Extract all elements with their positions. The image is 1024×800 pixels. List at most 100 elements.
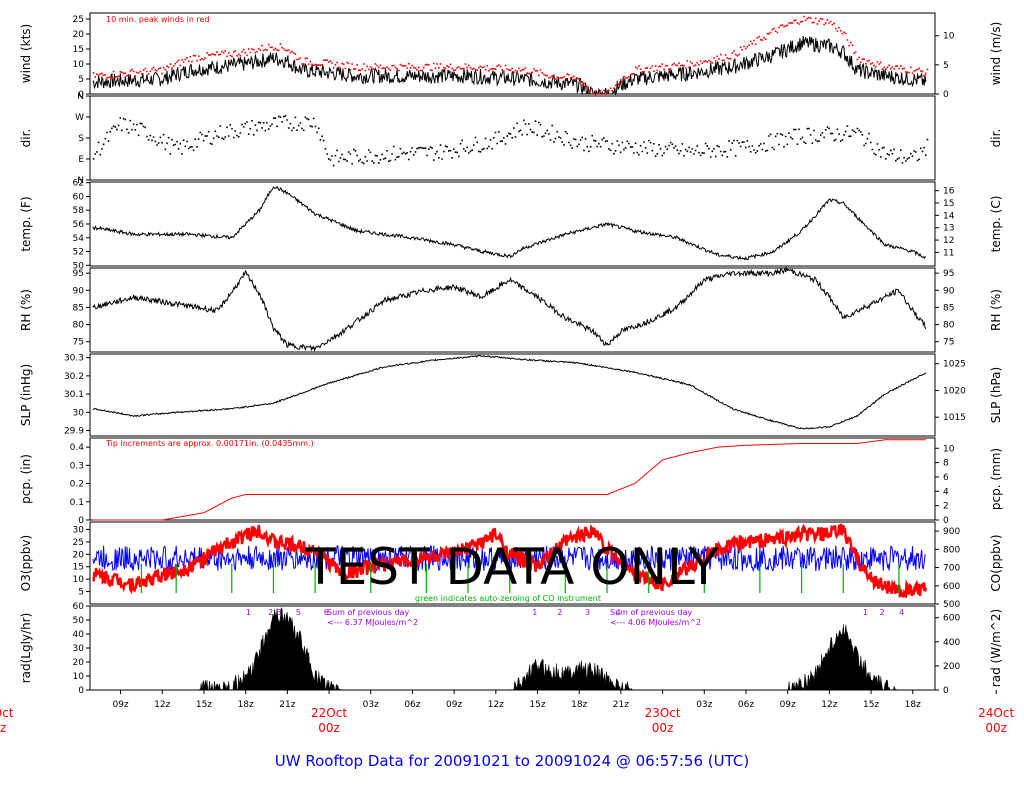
rad-ylabel-right: rad (W/m^2) [989,609,1003,687]
rad-ytick-label: 60 [73,602,85,612]
rh-ytick-label: 80 [73,321,85,331]
wind-ytick-right-label: 10 [943,32,955,42]
slp-ylabel: SLP (inHg) [19,364,33,426]
rad-ytick-right-label: 400 [943,638,960,648]
rad-ytick-right-label: 600 [943,614,960,624]
x-tick-label: 09z [446,700,462,710]
slp-frame [89,353,936,437]
rad-marker: 2 [268,608,273,617]
x-tick-label: 12z [154,700,170,710]
temp-ytick-right-label: 11 [943,248,954,258]
temp-ytick-right-label: 13 [943,224,954,234]
x-tick-label: 21z [279,700,295,710]
rad-marker: 4 [899,608,904,617]
wind-ytick-right-label: 0 [943,90,949,100]
pcp-annotation: Tip increments are approx. 0.00171in. (0… [105,439,314,448]
day-label: 21Oct [0,706,14,720]
wind-ylabel: wind (kts) [19,24,33,83]
panel-pcp: 00.10.20.30.40246810pcp. (in) pcp. (mm)Ti… [19,437,1003,526]
slp-ytick-right-label: 1015 [943,413,966,423]
day-label: 24Oct [978,706,1014,720]
x-tick-label: 09z [780,700,796,710]
rh-ytick-right-label: 95 [943,269,954,279]
day-label: 22Oct [311,706,347,720]
rad-marker: 3 [585,608,590,617]
panel-rad: 01020304050600200400600rad(Lgly/hr) rad (… [19,602,1003,696]
pcp-ytick-label: 0.1 [70,498,84,508]
rad-marker: 2 [557,608,562,617]
wind-ytick-label: 10 [73,60,85,70]
day-label: 23Oct [645,706,681,720]
pcp-ytick-right-label: 10 [943,444,955,454]
rad-ytick-label: 30 [73,644,85,654]
x-tick-label: 06z [738,700,754,710]
pcp-ytick-label: 0.2 [70,480,84,490]
rad-marker: 3 [276,608,281,617]
footer-title: UW Rooftop Data for 20091021 to 20091024… [275,752,749,770]
day-hour-label: 00z [0,721,6,735]
rh-ytick-right-label: 90 [943,286,955,296]
rad-marker: 4 [616,608,621,617]
rad-marker: 5 [296,608,301,617]
temp-ytick-right-label: 12 [943,236,954,246]
rad-sum-value: <--- 4.06 MJoules/m^2 [610,618,701,627]
o3co-ytick-right-label: 800 [943,545,960,555]
slp-ytick-label: 30 [73,408,85,418]
o3co-ytick-label: 25 [73,538,84,548]
rad-ytick-label: 0 [78,686,84,696]
rad-ytick-label: 20 [73,658,85,668]
day-hour-label: 00z [318,721,340,735]
wind-annotation: 10 min. peak winds in red [106,15,210,24]
rad-ylabel: rad(Lgly/hr) [19,613,33,684]
o3co-ytick-right-label: 600 [943,582,960,592]
panel-rh: 75 80 85 90 95 75 80 85 90 95 RH (%) RH (%) [19,266,1003,353]
slp-ytick-label: 30.2 [64,372,84,382]
panel-slp: 29.9 30 30.1 30.2 30.3 1015 1020 1025 SLP (inHg)… [19,353,1003,437]
x-tick-label: 03z [363,700,379,710]
slp-ytick-right-label: 1020 [943,386,966,396]
o3co-ytick-right-label: 700 [943,564,960,574]
pcp-ytick-right-label: 4 [943,487,949,497]
temp-ytick-right-label: 15 [943,199,954,209]
pcp-ytick-right-label: 6 [943,473,949,483]
dir-ytick-label: E [78,155,84,165]
wind-ytick-label: 20 [73,30,85,40]
x-tick-label: 06z [404,700,420,710]
pcp-ytick-right-label: 2 [943,502,949,512]
x-axis: 09z 12z 15z 18z 21z 03z 06z 09z 12z 15z 18z 21z 03z 0… [0,690,1014,735]
rad-marker: 2 [880,608,885,617]
temp-ytick-label: 58 [73,206,85,216]
wind-ytick-label: 15 [73,45,84,55]
rad-ytick-label: 40 [73,630,85,640]
temp-ylabel: temp. (F) [19,196,33,251]
x-tick-label: 18z [905,700,921,710]
dir-ytick-label: S [78,134,84,144]
dir-ytick-label: W [75,113,84,123]
pcp-ylabel-right: pcp. (mm) [989,448,1003,510]
dir-ytick-label: N [77,92,84,102]
o3co-ylabel-right: CO(ppbv) [989,534,1003,591]
wind-ytick-label: 5 [78,75,84,85]
wind-ylabel-right: wind (m/s) [989,22,1003,86]
temp-ytick-label: 56 [73,220,85,230]
pcp-ytick-label: 0.4 [70,443,85,453]
rh-ytick-label: 95 [73,269,84,279]
o3co-ytick-right-label: 500 [943,600,960,610]
temp-ytick-right-label: 14 [943,211,955,221]
rad-sum-label: Sum of previous day [610,608,692,617]
slp-ylabel-right: SLP (hPa) [989,367,1003,423]
wind-ytick-right-label: 5 [943,61,949,71]
x-tick-label: 03z [696,700,712,710]
dir-ylabel-right: dir. [989,129,1003,148]
rh-ylabel: RH (%) [19,289,33,331]
rh-ytick-right-label: 85 [943,303,954,313]
weather-figure: 05101520250510wind (kts) wind (m/s)10 min… [0,12,1014,770]
rad-ytick-right-label: 200 [943,662,960,672]
o3co-ytick-label: 20 [73,550,85,560]
temp-ytick-label: 52 [73,248,84,258]
wind-frame [89,12,936,95]
x-tick-label: 15z [196,700,212,710]
x-tick-label: 21z [613,700,629,710]
wind-ytick-label: 25 [73,15,84,25]
temp-ytick-label: 54 [73,234,85,244]
